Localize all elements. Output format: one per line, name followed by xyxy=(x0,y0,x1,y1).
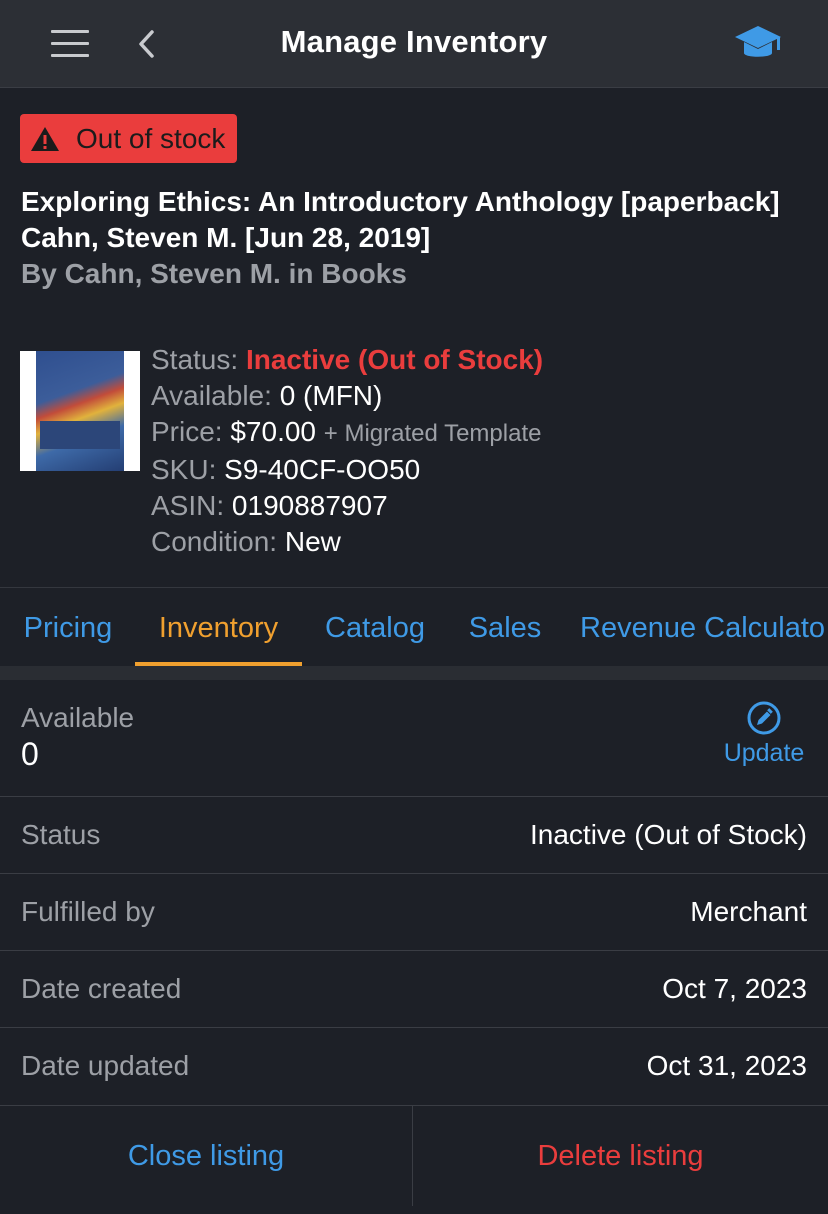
product-thumbnail[interactable] xyxy=(20,351,140,471)
detail-available: Available: 0 (MFN) xyxy=(151,380,383,411)
available-value: 0 xyxy=(21,736,39,772)
book-cover-image xyxy=(36,351,124,471)
product-byline: By Cahn, Steven M. in Books xyxy=(21,258,407,289)
table-row: Date updated Oct 31, 2023 xyxy=(21,1050,807,1081)
detail-sku: SKU: S9-40CF-OO50 xyxy=(151,454,421,485)
table-row: Fulfilled by Merchant xyxy=(0,874,828,951)
edit-pencil-icon xyxy=(747,701,781,735)
detail-status: Status: Inactive (Out of Stock) xyxy=(151,344,544,375)
warning-icon xyxy=(31,126,59,151)
tab-separator xyxy=(0,666,828,680)
available-label: Available xyxy=(21,702,135,733)
inventory-available-row: Available xyxy=(0,680,828,797)
graduation-cap-icon[interactable] xyxy=(733,22,783,66)
table-row: Status Inactive (Out of Stock) xyxy=(0,797,828,874)
tab-revenue-calculator[interactable]: Revenue Calculato xyxy=(580,588,828,668)
update-button[interactable]: Update xyxy=(716,700,812,778)
out-of-stock-badge: Out of stock xyxy=(20,114,238,163)
close-listing-button[interactable]: Close listing xyxy=(0,1106,413,1206)
product-title: Exploring Ethics: An Introductory Anthol… xyxy=(21,186,780,253)
table-row: Date created Oct 7, 2023 xyxy=(0,951,828,1028)
tab-pricing[interactable]: Pricing xyxy=(6,588,130,668)
tab-bar: Pricing Inventory Catalog Sales Revenue … xyxy=(0,588,828,668)
detail-asin: ASIN: 0190887907 xyxy=(151,490,388,521)
tab-sales[interactable]: Sales xyxy=(455,588,555,668)
tab-inventory[interactable]: Inventory xyxy=(135,588,302,668)
product-details: Status: Inactive (Out of Stock) Availabl… xyxy=(151,342,543,560)
delete-listing-button[interactable]: Delete listing xyxy=(414,1106,827,1206)
detail-condition: Condition: New xyxy=(151,526,341,557)
badge-label: Out of stock xyxy=(76,122,226,154)
app-header: Manage Inventory xyxy=(0,0,828,88)
detail-price: Price: $70.00 + Migrated Template xyxy=(151,416,542,447)
tab-catalog[interactable]: Catalog xyxy=(310,588,440,668)
update-label: Update xyxy=(723,739,805,767)
listing-actions: Close listing Delete listing xyxy=(0,1105,828,1214)
page-title: Manage Inventory xyxy=(280,24,548,59)
